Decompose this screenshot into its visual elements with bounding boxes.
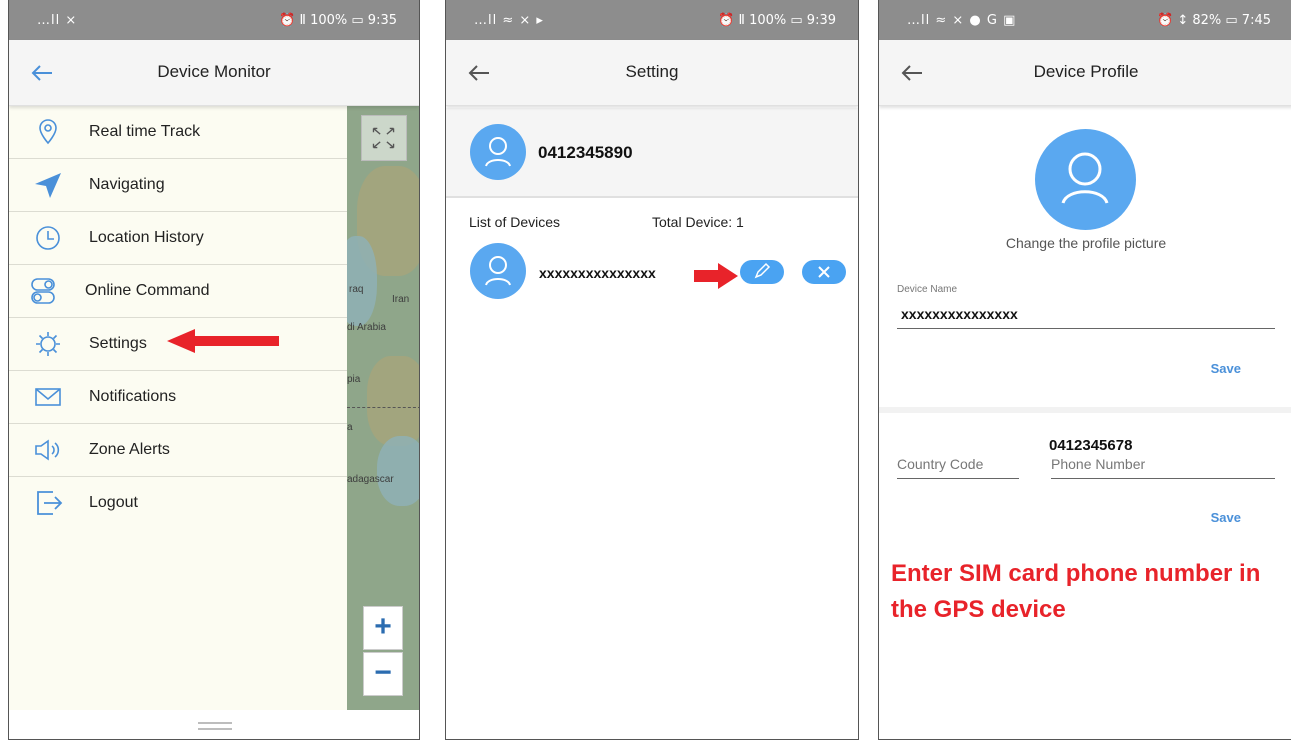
logout-icon [37,491,63,515]
page-title: Device Profile [1033,62,1139,81]
menu-item-online-command[interactable]: Online Command [9,265,347,318]
status-battery-time: ⏰ ↕ 82% ▭ 7:45 [1157,13,1271,28]
device-name: xxxxxxxxxxxxxxx [539,265,656,281]
list-of-devices-label: List of Devices [469,214,561,230]
phone-number-value[interactable]: 0412345678 [1049,437,1132,454]
expand-icon [372,127,395,149]
zoom-out-button[interactable]: − [363,652,403,696]
setting-screen: …ll ≈ ⨯ ▸ ⏰ Ⅱ 100% ▭ 9:39 Setting 041234… [445,0,859,740]
map-label: pia [347,374,361,385]
menu-item-notifications[interactable]: Notifications [9,371,347,424]
user-icon [485,137,511,167]
drag-handle-icon[interactable] [198,722,232,730]
app-bar: Setting [446,40,858,106]
avatar [470,124,526,180]
map-label: Iran [392,294,410,305]
menu-label: Zone Alerts [89,441,170,458]
menu-label: Navigating [89,176,165,193]
location-pin-icon [39,119,57,145]
bottom-bar [9,710,419,739]
status-bar: …ll ⨯ ⏰ Ⅱ 100% ▭ 9:35 [9,0,419,40]
menu-label: Logout [89,494,138,511]
map-label: di Arabia [347,322,386,333]
map-label: raq [349,284,364,295]
menu-label: Online Command [85,282,210,299]
red-arrow-annotation [167,329,279,353]
user-icon [485,256,511,286]
device-profile-screen: …ll ≈ ⨯ ● G ▣ ⏰ ↕ 82% ▭ 7:45 Device Prof… [878,0,1291,740]
map-sea [347,236,377,326]
app-bar: Device Monitor [9,40,419,106]
device-name-label: Device Name [897,284,958,295]
navigation-arrow-icon [35,173,61,198]
menu-item-zone-alerts[interactable]: Zone Alerts [9,424,347,477]
map-label: a [347,422,353,433]
clock-icon [36,226,60,250]
sim-card-annotation: Enter SIM card phone number in the GPS d… [891,560,1261,623]
change-profile-picture-link[interactable]: Change the profile picture [879,235,1291,251]
toggle-icon [31,278,55,304]
menu-label: Real time Track [89,123,201,140]
status-signal: …ll ≈ ⨯ ● G ▣ [907,13,1017,28]
total-device-count: Total Device: 1 [652,214,744,230]
app-bar: Device Profile [879,40,1291,106]
map-land [367,356,419,446]
map-view[interactable]: raq Iran di Arabia pia a adagascar + − [347,106,419,710]
zoom-in-button[interactable]: + [363,606,403,650]
status-bar: …ll ≈ ⨯ ▸ ⏰ Ⅱ 100% ▭ 9:39 [446,0,858,40]
save-device-name-button[interactable]: Save [1211,361,1241,376]
save-phone-number-button[interactable]: Save [1211,510,1241,525]
status-signal: …ll ≈ ⨯ ▸ [474,13,544,28]
navigation-drawer: Real time Track Navigating Location Hist… [9,106,347,710]
pencil-icon [754,262,771,279]
page-title: Device Monitor [157,62,271,81]
map-equator-line [347,407,419,408]
menu-label: Location History [89,229,204,246]
user-icon [1061,152,1109,204]
country-code-underline [897,478,1019,479]
device-avatar[interactable] [470,243,526,299]
device-name-underline [897,328,1275,329]
fullscreen-button[interactable] [361,115,407,161]
menu-label: Settings [89,335,147,352]
status-bar: …ll ≈ ⨯ ● G ▣ ⏰ ↕ 82% ▭ 7:45 [879,0,1291,40]
gear-icon [36,332,60,356]
status-battery-time: ⏰ Ⅱ 100% ▭ 9:35 [279,13,397,28]
menu-item-navigating[interactable]: Navigating [9,159,347,212]
user-profile-block[interactable]: 0412345890 [446,108,858,198]
country-code-input[interactable]: Country Code [897,456,983,472]
device-monitor-screen: …ll ⨯ ⏰ Ⅱ 100% ▭ 9:35 Device Monitor raq… [8,0,420,740]
menu-item-real-time-track[interactable]: Real time Track [9,106,347,159]
page-title: Setting [625,62,679,81]
delete-device-button[interactable] [802,260,846,284]
user-phone-number: 0412345890 [538,143,633,162]
section-divider [879,407,1291,413]
red-arrow-annotation [694,263,738,289]
envelope-icon [35,388,61,406]
status-battery-time: ⏰ Ⅱ 100% ▭ 9:39 [718,13,836,28]
map-sea [377,436,419,506]
close-icon [818,266,830,278]
status-signal: …ll ⨯ [37,13,78,28]
edit-device-button[interactable] [740,260,784,284]
phone-number-underline [1051,478,1275,479]
menu-item-location-history[interactable]: Location History [9,212,347,265]
map-label: adagascar [347,474,394,485]
speaker-icon [35,439,60,461]
profile-picture[interactable] [1035,129,1136,230]
menu-item-logout[interactable]: Logout [9,477,347,530]
phone-number-input[interactable]: Phone Number [1051,456,1145,472]
menu-label: Notifications [89,388,177,405]
device-name-input[interactable]: xxxxxxxxxxxxxxx [901,306,1018,322]
